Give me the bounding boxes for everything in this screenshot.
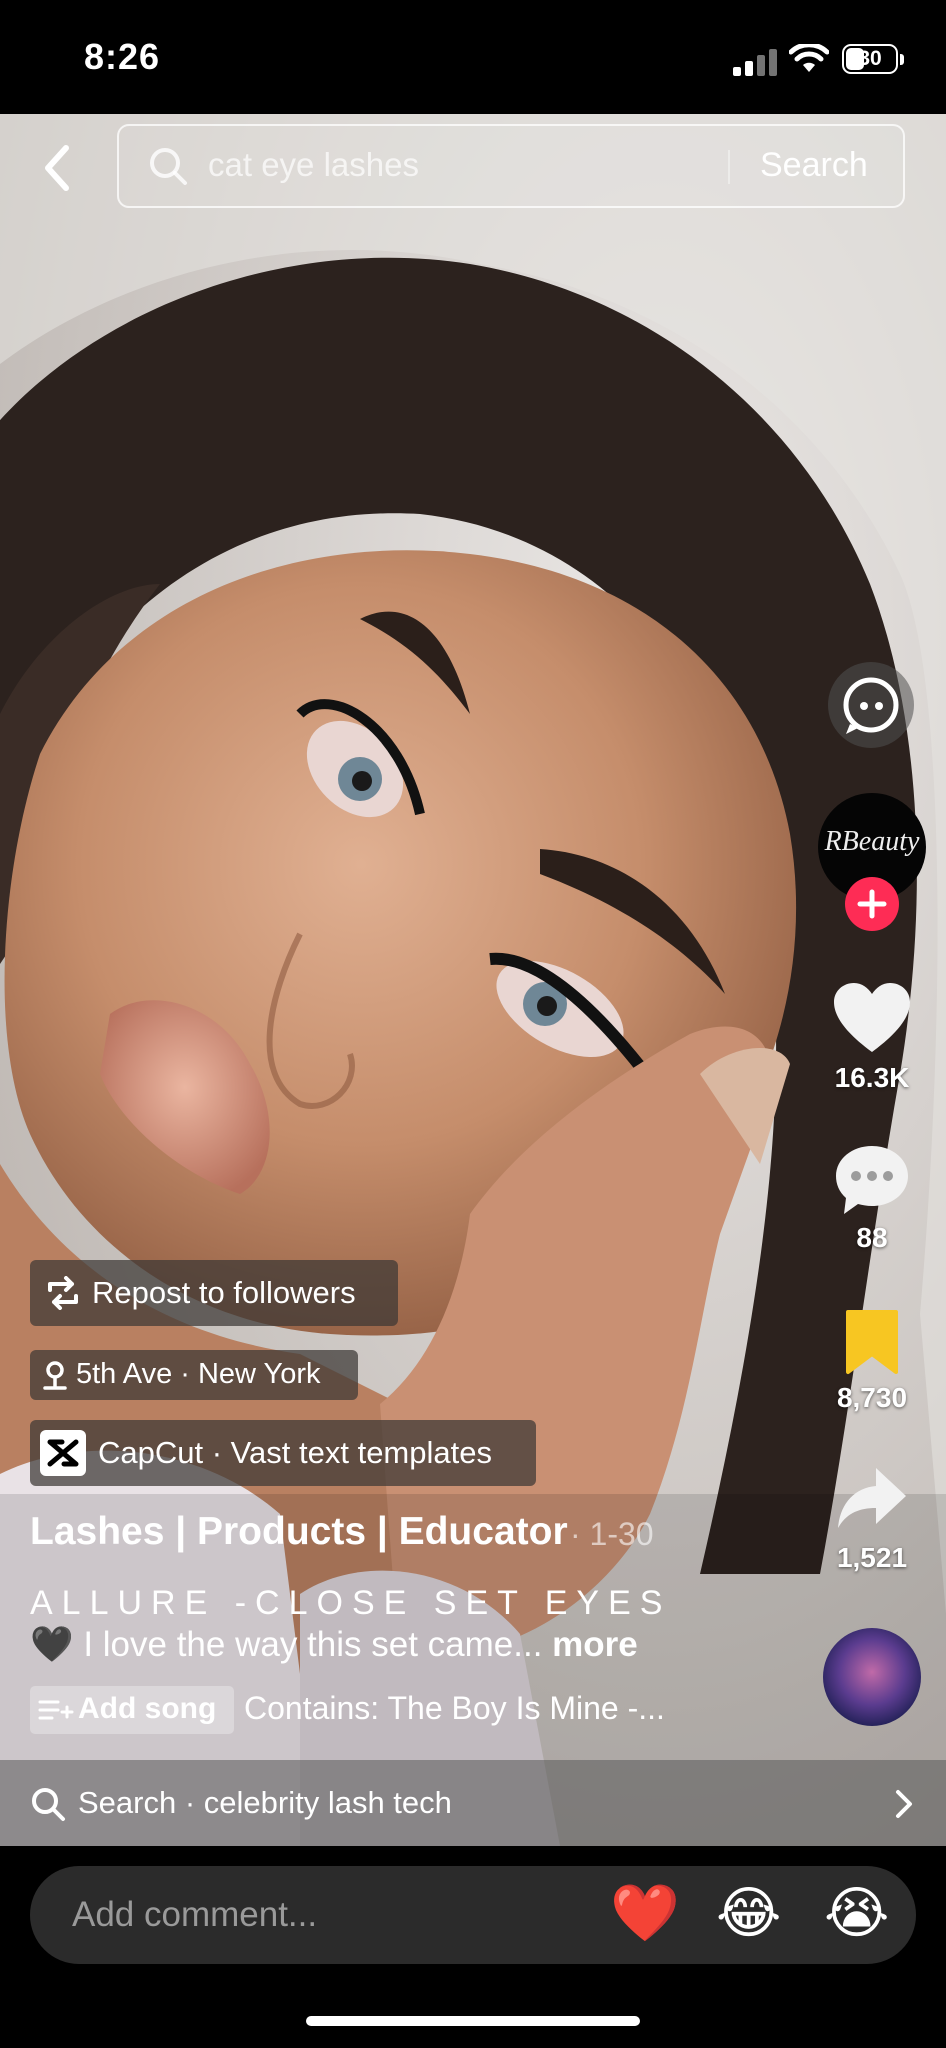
caption-more-link[interactable]: more [552,1625,638,1664]
black-heart-emoji: 🖤 [30,1625,74,1664]
search-button[interactable]: Search [760,146,868,185]
repost-chip[interactable]: Repost to followers [30,1260,398,1326]
search-icon [32,1788,65,1821]
music-disc-avatar[interactable] [823,1628,921,1726]
chevron-right-icon [896,1790,912,1818]
add-song-button[interactable]: Add song [30,1686,234,1734]
save-count: 8,730 [836,1382,908,1413]
caption-body[interactable]: 🖤 I love the way this set came... more [30,1624,638,1665]
avatar-logo-text: RBeauty [824,826,920,857]
playlist-add-icon [38,1700,74,1720]
battery-nub [900,54,904,65]
capcut-logo-icon [40,1430,86,1476]
follow-button[interactable] [845,877,899,931]
share-icon[interactable] [836,1466,908,1532]
cry-emoji-button[interactable]: 😭 [824,1880,889,1946]
caption-title: ALLURE -CLOSE SET EYES [30,1584,672,1622]
ai-face-icon [843,677,899,734]
wifi-icon [789,44,829,72]
laugh-emoji-button[interactable]: 😂 [716,1880,781,1946]
capcut-template-chip[interactable]: CapCut · Vast text templates [30,1420,536,1486]
add-song-label: Add song [78,1692,217,1725]
post-date: · 1-30 [570,1516,654,1552]
home-indicator [306,2016,640,2026]
status-time: 8:26 [84,36,161,77]
comment-icon[interactable] [834,1144,910,1216]
song-title[interactable]: Contains: The Boy Is Mine -... [244,1690,665,1727]
related-search-label: Search · celebrity lash tech [78,1785,452,1820]
location-chip[interactable]: 5th Ave · New York [30,1350,358,1400]
comment-count: 88 [856,1222,888,1253]
battery-level: 30 [858,47,882,70]
repost-icon [48,1276,78,1310]
heart-emoji-button[interactable]: ❤️ [610,1880,680,1946]
search-icon [150,148,187,185]
share-count: 1,521 [836,1542,908,1573]
repost-label: Repost to followers [92,1275,356,1310]
plus-icon [857,889,887,919]
bookmark-icon[interactable] [844,1308,900,1376]
author-name[interactable]: Lashes | Products | Educator [30,1510,568,1554]
battery-icon: 30 [842,44,898,74]
search-divider [728,150,730,184]
capcut-label: CapCut · Vast text templates [98,1435,492,1470]
ai-assistant-button[interactable] [828,662,914,748]
like-count: 16.3K [834,1062,910,1093]
cellular-signal-icon [733,48,777,76]
location-pin-icon [43,1361,67,1390]
back-arrow-icon[interactable] [34,140,82,196]
heart-icon[interactable] [832,982,912,1054]
location-label: 5th Ave · New York [76,1358,321,1390]
comment-placeholder: Add comment... [72,1895,318,1934]
search-query[interactable]: cat eye lashes [208,146,419,184]
caption-text: I love the way this set came... [83,1625,543,1664]
